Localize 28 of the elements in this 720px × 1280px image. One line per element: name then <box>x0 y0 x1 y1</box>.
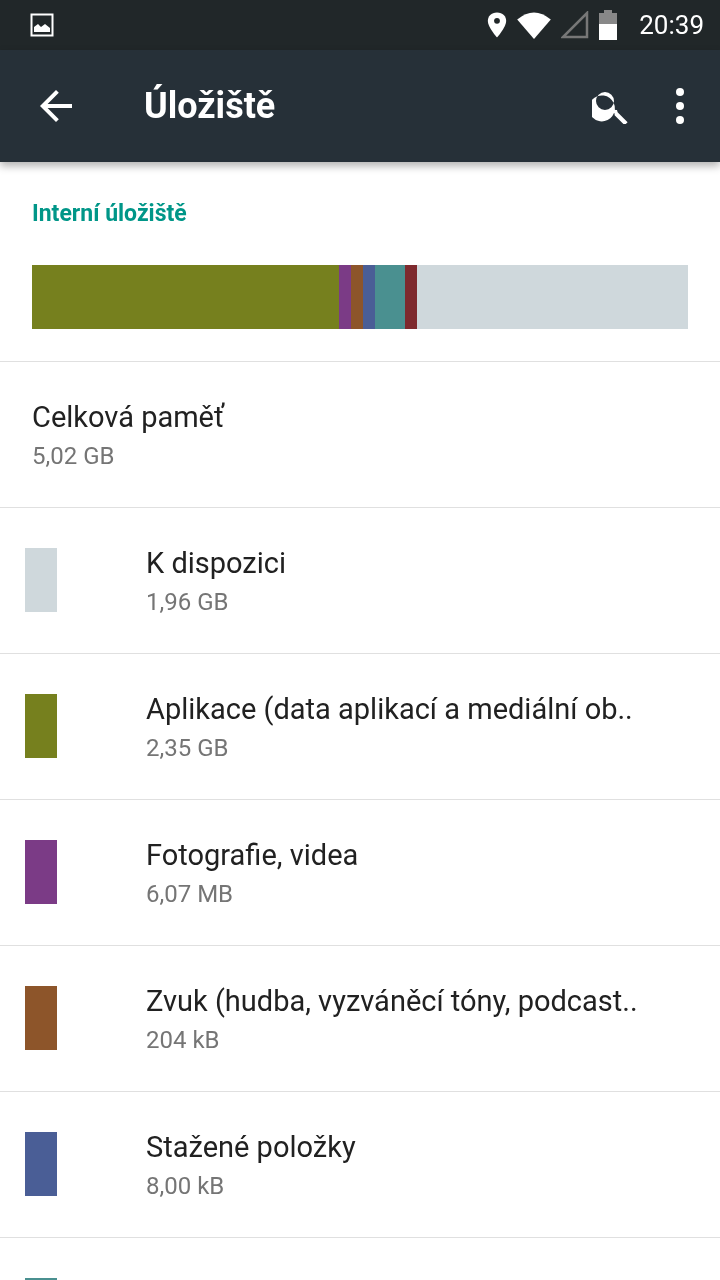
back-arrow-icon <box>40 90 72 122</box>
item-title: Fotografie, videa <box>146 838 359 872</box>
clock-time: 20:39 <box>639 10 704 40</box>
list-item[interactable]: Fotografie, videa 6,07 MB <box>0 800 720 946</box>
list-item[interactable]: Aplikace (data aplikací a mediální ob.. 2,35 GB <box>0 654 720 800</box>
list-item[interactable]: Zvuk (hudba, vyzváněcí tóny, podcast.. 204 kB <box>0 946 720 1092</box>
item-title: Zvuk (hudba, vyzváněcí tóny, podcast.. <box>146 984 638 1018</box>
more-options-icon <box>676 88 684 124</box>
item-size: 1,96 GB <box>146 588 230 616</box>
item-title: Stažené položky <box>146 1130 356 1164</box>
item-size: 8,00 kB <box>146 1172 226 1200</box>
section-header: Interní úložiště <box>31 199 188 229</box>
item-size: 6,07 MB <box>146 880 235 908</box>
list-item[interactable]: K dispozici 1,96 GB <box>0 508 720 654</box>
screen-title: Úložiště <box>144 85 277 127</box>
item-title: Aplikace (data aplikací a mediální ob.. <box>146 692 633 726</box>
item-size: 204 kB <box>146 1026 221 1054</box>
signal-icon <box>561 11 590 39</box>
item-size: 5,02 GB <box>32 442 116 470</box>
battery-icon <box>599 10 618 40</box>
list-item[interactable]: Stažené položky 8,00 kB <box>0 1092 720 1238</box>
item-title: K dispozici <box>146 546 287 580</box>
item-title: Celková paměť <box>32 400 225 434</box>
location-icon <box>487 11 508 39</box>
item-size: 2,35 GB <box>146 734 230 762</box>
wifi-icon <box>517 11 552 39</box>
image-notification-icon <box>30 13 54 37</box>
list-item[interactable]: Celková paměť 5,02 GB <box>0 362 720 508</box>
